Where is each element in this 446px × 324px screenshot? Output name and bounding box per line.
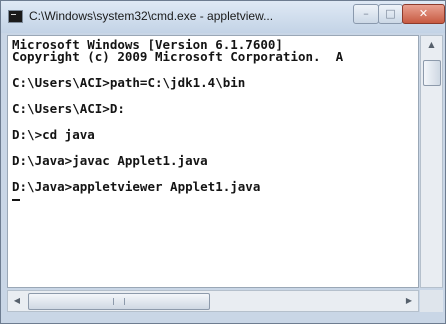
console-line-path: C:\Users\ACI>path=C:\jdk1.4\bin — [12, 75, 246, 90]
console-app-icon[interactable] — [8, 10, 23, 23]
horizontal-scroll-thumb[interactable] — [28, 293, 210, 310]
vertical-scroll-thumb[interactable] — [423, 60, 441, 86]
console-line-drive: C:\Users\ACI>D: — [12, 101, 125, 116]
console-line-copyright: Copyright (c) 2009 Microsoft Corporation… — [12, 49, 344, 64]
scroll-left-arrow-icon[interactable]: ◀ — [8, 291, 26, 311]
maximize-icon: □ — [385, 7, 396, 20]
window-title: C:\Windows\system32\cmd.exe - appletview… — [29, 9, 274, 23]
cmd-window: C:\Windows\system32\cmd.exe - appletview… — [0, 0, 446, 324]
minimize-icon: – — [363, 7, 369, 20]
console-line-cd: D:\>cd java — [12, 127, 95, 142]
close-icon: ✕ — [418, 7, 429, 20]
scroll-right-arrow-icon[interactable]: ▶ — [400, 291, 418, 311]
minimize-button[interactable]: – — [353, 4, 379, 24]
vertical-scrollbar[interactable]: ▲ — [420, 35, 443, 288]
text-cursor — [12, 199, 20, 201]
console-output[interactable]: Microsoft Windows [Version 6.1.7600] Cop… — [7, 35, 419, 288]
scroll-up-arrow-icon[interactable]: ▲ — [421, 36, 442, 53]
console-line-javac: D:\Java>javac Applet1.java — [12, 153, 208, 168]
scroll-grip-icon — [113, 298, 125, 305]
title-bar[interactable]: C:\Windows\system32\cmd.exe - appletview… — [1, 1, 445, 33]
console-lines: Microsoft Windows [Version 6.1.7600] Cop… — [12, 38, 344, 201]
close-button[interactable]: ✕ — [402, 4, 445, 24]
console-line-appletviewer: D:\Java>appletviewer Applet1.java — [12, 179, 261, 194]
horizontal-scrollbar[interactable]: ◀ ▶ — [7, 290, 419, 312]
maximize-button[interactable]: □ — [378, 4, 403, 24]
scrollbar-corner — [420, 290, 443, 312]
